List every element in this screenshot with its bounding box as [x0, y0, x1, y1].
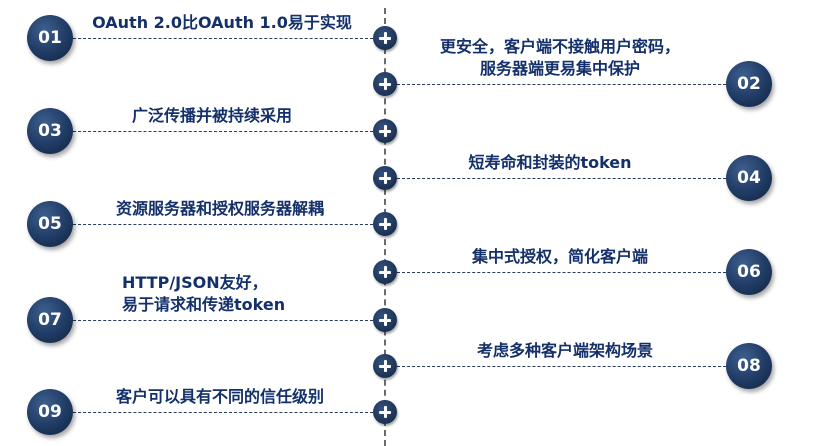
item-label-line: 易于请求和传递token [122, 295, 286, 314]
number-badge-05: 05 [27, 201, 73, 247]
number-badge-06: 06 [726, 249, 772, 295]
item-label-line: 考虑多种客户端架构场景 [476, 341, 654, 360]
item-label-line: OAuth 2.0比OAuth 1.0易于实现 [92, 13, 352, 32]
item-label-line: 更安全，客户端不接触用户密码， [439, 37, 681, 56]
item-label-01: OAuth 2.0比OAuth 1.0易于实现 [92, 12, 352, 34]
item-label-line: 集中式授权，简化客户端 [471, 247, 649, 266]
plus-icon [373, 260, 397, 284]
number-badge-03: 03 [27, 108, 73, 154]
plus-icon [373, 354, 397, 378]
number-badge-07: 07 [27, 297, 73, 343]
item-label-line: 广泛传播并被持续采用 [131, 106, 293, 125]
connector-line [73, 224, 373, 225]
item-label-04: 短寿命和封装的token [468, 152, 631, 174]
plus-icon [373, 308, 397, 332]
number-badge-08: 08 [726, 343, 772, 389]
item-label-05: 资源服务器和授权服务器解耦 [116, 198, 324, 220]
plus-icon [373, 72, 397, 96]
number-badge-02: 02 [726, 61, 772, 107]
connector-line [397, 366, 726, 367]
connector-line [73, 38, 373, 39]
item-label-line: 客户可以具有不同的信任级别 [115, 387, 325, 406]
timeline-diagram: 01 OAuth 2.0比OAuth 1.0易于实现 02 更安全，客户端不接触用户密… [0, 0, 832, 446]
item-label-08: 考虑多种客户端架构场景 [477, 340, 653, 362]
number-badge-01: 01 [27, 15, 73, 61]
connector-line [397, 84, 726, 85]
item-label-09: 客户可以具有不同的信任级别 [116, 386, 324, 408]
connector-line [73, 131, 373, 132]
item-label-line: 短寿命和封装的token [468, 153, 632, 172]
item-label-line: 资源服务器和授权服务器解耦 [115, 199, 325, 218]
item-label-03: 广泛传播并被持续采用 [132, 105, 292, 127]
item-label-07: HTTP/JSON友好， 易于请求和传递token [122, 272, 285, 316]
item-label-line: HTTP/JSON友好， [122, 273, 268, 292]
plus-icon [373, 26, 397, 50]
connector-line [73, 320, 373, 321]
connector-line [397, 178, 726, 179]
connector-line [397, 272, 726, 273]
plus-icon [373, 212, 397, 236]
plus-icon [373, 166, 397, 190]
plus-icon [373, 119, 397, 143]
connector-line [73, 412, 373, 413]
number-badge-04: 04 [726, 155, 772, 201]
item-label-06: 集中式授权，简化客户端 [472, 246, 648, 268]
number-badge-09: 09 [27, 389, 73, 435]
plus-icon [373, 400, 397, 424]
item-label-line: 服务器端更易集中保护 [479, 59, 641, 78]
item-label-02: 更安全，客户端不接触用户密码， 服务器端更易集中保护 [440, 36, 680, 80]
